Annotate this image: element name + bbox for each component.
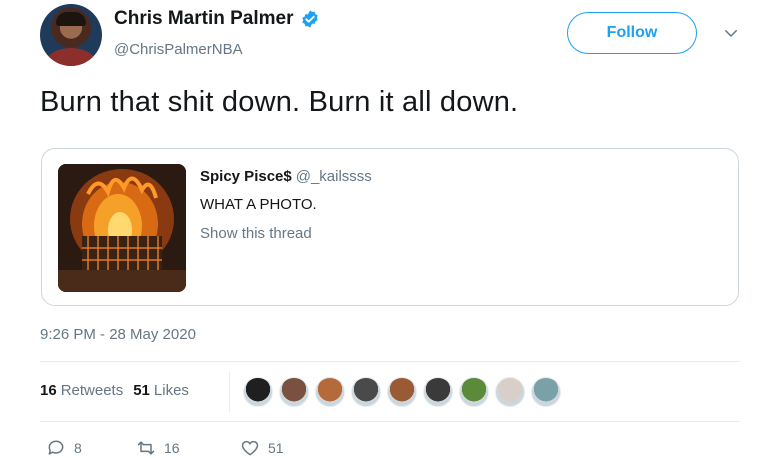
author-handle[interactable]: @ChrisPalmerNBA (114, 41, 243, 58)
avatar-shoulders (46, 48, 96, 66)
action-bar: 8 16 51 (46, 438, 284, 458)
verified-badge-icon (301, 10, 318, 28)
retweet-button[interactable]: 16 (136, 438, 240, 458)
retweets-count: 16 (40, 382, 57, 399)
like-count: 51 (268, 440, 284, 456)
reply-count: 8 (74, 440, 82, 456)
liker-avatar[interactable] (387, 377, 417, 407)
likes-stat[interactable]: 51 Likes (133, 382, 189, 399)
retweets-stat[interactable]: 16 Retweets (40, 382, 123, 399)
tweet-timestamp[interactable]: 9:26 PM - 28 May 2020 (40, 326, 196, 343)
quoted-author-name: Spicy Pisce$ (200, 168, 292, 185)
like-button[interactable]: 51 (240, 438, 284, 458)
show-thread-link[interactable]: Show this thread (200, 225, 312, 242)
reply-icon (48, 440, 64, 455)
quoted-tweet-image[interactable] (58, 164, 186, 292)
burning-building-image (58, 164, 186, 292)
author-name-row[interactable]: Chris Martin Palmer (114, 8, 320, 30)
retweets-label: Retweets (60, 382, 124, 399)
quoted-author-handle: @_kailssss (295, 168, 372, 185)
author-avatar[interactable] (40, 4, 102, 66)
author-name[interactable]: Chris Martin Palmer (114, 8, 294, 30)
engagement-stats: 16 Retweets 51 Likes (40, 382, 189, 399)
liker-avatar[interactable] (315, 377, 345, 407)
divider-bottom (40, 421, 740, 422)
likes-label: Likes (153, 382, 189, 399)
liker-avatar[interactable] (243, 377, 273, 407)
chevron-down-icon[interactable] (722, 24, 740, 42)
reply-button[interactable]: 8 (46, 438, 136, 458)
liker-avatar[interactable] (423, 377, 453, 407)
liker-avatar[interactable] (531, 377, 561, 407)
liker-avatar[interactable] (351, 377, 381, 407)
liker-avatar[interactable] (279, 377, 309, 407)
divider-top (40, 361, 740, 362)
stats-separator (229, 372, 230, 412)
liker-avatars (243, 377, 561, 407)
likes-count: 51 (133, 382, 150, 399)
quoted-tweet-text: WHAT A PHOTO. (200, 196, 317, 213)
quoted-author-row: Spicy Pisce$ @_kailssss (200, 168, 372, 185)
avatar-hair (56, 12, 86, 26)
heart-icon (241, 440, 259, 456)
quoted-tweet-card[interactable]: Spicy Pisce$ @_kailssss WHAT A PHOTO. Sho… (41, 148, 739, 306)
follow-button[interactable]: Follow (567, 12, 697, 54)
retweet-icon (137, 441, 155, 455)
tweet-text: Burn that shit down. Burn it all down. (40, 86, 519, 118)
retweet-count: 16 (164, 440, 180, 456)
liker-avatar[interactable] (495, 377, 525, 407)
liker-avatar[interactable] (459, 377, 489, 407)
